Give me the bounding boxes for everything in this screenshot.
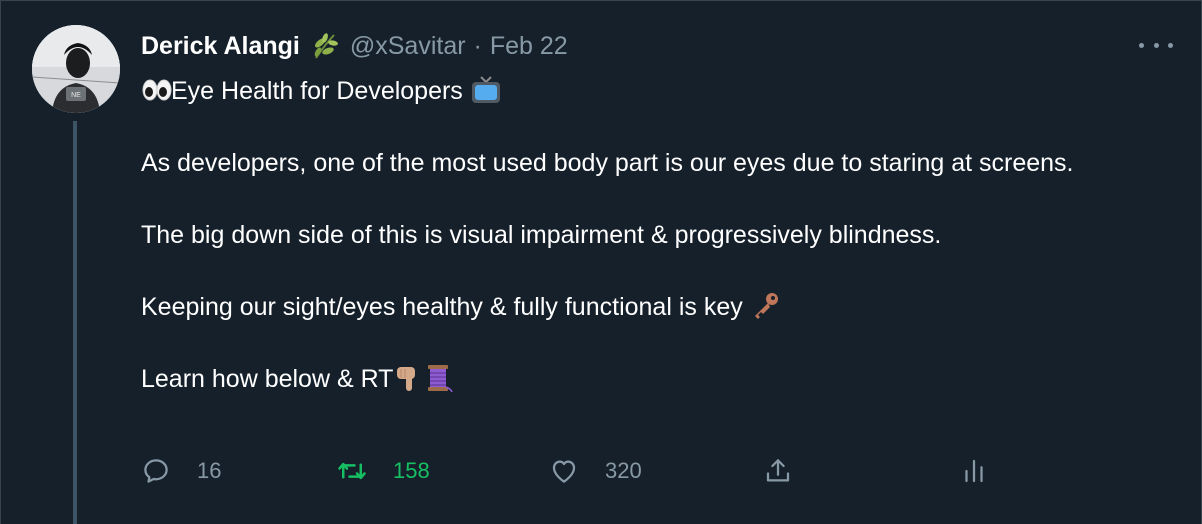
tweet-paragraph-key-line: Keeping our sight/eyes healthy & fully f… [141,289,1151,325]
tweet-actions: 16 158 320 [141,453,1001,489]
reply-icon [144,459,168,483]
tweet-card[interactable]: NE Derick Alangi @xSavitar · Feb 22 Eye … [0,0,1202,524]
reply-count: 16 [197,458,222,483]
thread-spool-emoji [423,363,454,393]
retweet-button[interactable]: 158 [337,453,430,489]
reply-button[interactable]: 16 [141,453,221,489]
tweet-body: Eye Health for Developers As developers,… [141,73,1151,397]
pointing-down-emoji [393,363,423,393]
tweet-paragraph: As developers, one of the most used body… [141,149,1074,177]
eyes-emoji [141,75,172,105]
author-display-name[interactable]: Derick Alangi [141,32,300,61]
retweet-icon [338,462,366,480]
analytics-button[interactable] [959,453,989,489]
more-dot [1168,42,1173,48]
thread-connector-line [73,121,77,524]
tweet-title: Eye Health for Developers [171,77,463,105]
tweet-paragraph-text: Keeping our sight/eyes healthy & fully f… [141,293,743,321]
retweet-count: 158 [393,458,430,483]
svg-text:NE: NE [71,92,81,99]
analytics-icon [965,459,983,483]
tweet-date[interactable]: Feb 22 [490,32,568,61]
like-button[interactable]: 320 [549,453,642,489]
share-icon [766,459,790,482]
tweet-paragraph-text: Learn how below & RT [141,365,394,393]
like-count: 320 [605,458,642,483]
header-separator: · [473,31,482,60]
avatar-image: NE [32,25,120,113]
tweet-paragraph-rt-line: Learn how below & RT [141,361,1151,397]
heart-icon [552,460,576,483]
share-button[interactable] [763,453,793,489]
avatar[interactable]: NE [32,25,120,113]
key-emoji [750,291,780,321]
tweet-paragraph: The big down side of this is visual impa… [141,221,942,249]
more-dot [1139,42,1144,48]
herb-icon [308,30,340,62]
more-horizontal-icon[interactable] [1139,35,1173,55]
tweet-header: Derick Alangi @xSavitar · Feb 22 [141,29,568,63]
more-dot [1153,42,1159,48]
tweet-title-line: Eye Health for Developers [141,73,1151,109]
author-handle[interactable]: @xSavitar [350,32,466,61]
television-emoji [470,75,500,105]
